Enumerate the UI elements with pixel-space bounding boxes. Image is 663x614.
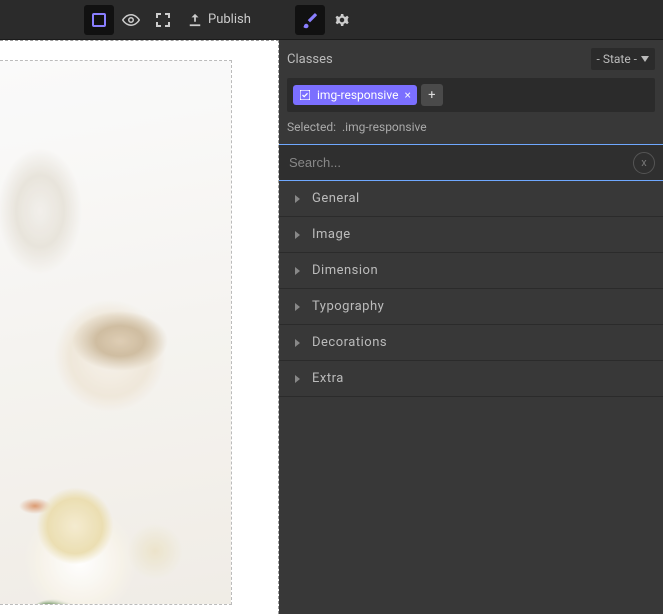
brush-icon <box>301 11 319 29</box>
selected-value: .img-responsive <box>342 120 427 134</box>
search-wrap: x <box>279 144 663 181</box>
styles-tab-button[interactable] <box>295 5 325 35</box>
topbar-right-group <box>295 5 357 35</box>
caret-right-icon <box>295 267 300 275</box>
square-icon <box>91 12 107 28</box>
add-class-button[interactable]: + <box>421 84 443 106</box>
section-label: Decorations <box>312 335 387 350</box>
selected-row: Selected: .img-responsive <box>279 112 663 144</box>
section-decorations[interactable]: Decorations <box>279 325 663 361</box>
food-image-placeholder <box>0 61 231 604</box>
publish-label: Publish <box>208 12 251 27</box>
classes-header: Classes - State - <box>279 40 663 78</box>
settings-tab-button[interactable] <box>327 5 357 35</box>
caret-right-icon <box>295 303 300 311</box>
section-extra[interactable]: Extra <box>279 361 663 397</box>
class-chip[interactable]: img-responsive × <box>293 85 417 105</box>
caret-right-icon <box>295 375 300 383</box>
canvas-area[interactable] <box>0 40 279 614</box>
caret-right-icon <box>295 195 300 203</box>
fullscreen-icon <box>155 12 171 28</box>
outline-mode-button[interactable] <box>84 5 114 35</box>
state-dropdown[interactable]: - State - <box>591 48 655 70</box>
state-dropdown-label: - State - <box>597 52 637 66</box>
check-icon <box>299 89 311 101</box>
selected-label: Selected: <box>287 120 336 134</box>
clear-search-button[interactable]: x <box>633 152 655 174</box>
section-typography[interactable]: Typography <box>279 289 663 325</box>
top-toolbar: Publish <box>0 0 663 40</box>
publish-button[interactable]: Publish <box>180 5 259 35</box>
search-input[interactable] <box>279 145 663 180</box>
gear-icon <box>333 11 351 29</box>
caret-right-icon <box>295 339 300 347</box>
classes-tag-input[interactable]: img-responsive × + <box>287 78 655 112</box>
selected-image-frame[interactable] <box>0 60 232 605</box>
caret-right-icon <box>295 231 300 239</box>
section-label: Typography <box>312 299 384 314</box>
section-label: General <box>312 191 360 206</box>
eye-icon <box>122 11 140 29</box>
section-image[interactable]: Image <box>279 217 663 253</box>
section-general[interactable]: General <box>279 181 663 217</box>
upload-icon <box>188 13 202 27</box>
section-label: Dimension <box>312 263 378 278</box>
section-label: Extra <box>312 371 344 386</box>
topbar-left-group: Publish <box>84 5 259 35</box>
style-panel: Classes - State - img-responsive × + Sel… <box>279 40 663 614</box>
section-list: General Image Dimension Typography Decor… <box>279 181 663 397</box>
preview-button[interactable] <box>116 5 146 35</box>
classes-label: Classes <box>287 52 333 67</box>
chip-remove-button[interactable]: × <box>404 88 410 102</box>
caret-down-icon <box>641 56 649 62</box>
section-label: Image <box>312 227 351 242</box>
fullscreen-button[interactable] <box>148 5 178 35</box>
class-chip-label: img-responsive <box>317 88 398 102</box>
section-dimension[interactable]: Dimension <box>279 253 663 289</box>
